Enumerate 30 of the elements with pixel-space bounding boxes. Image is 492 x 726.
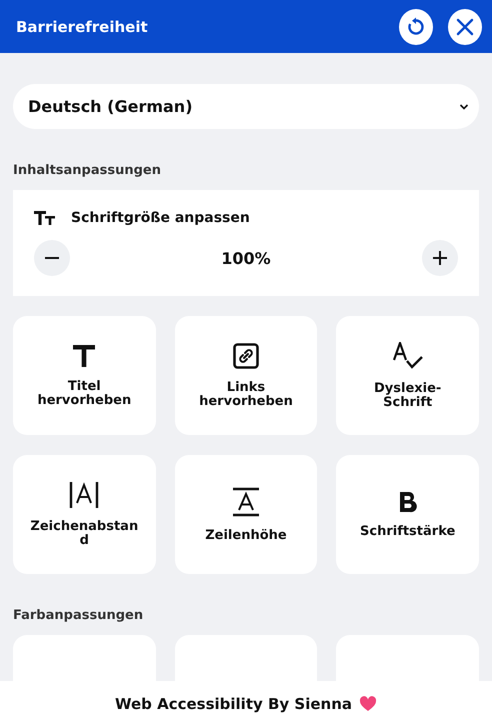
reset-button[interactable] (399, 8, 433, 44)
line-height-icon (232, 486, 259, 516)
option-tile[interactable]: Schriftstärke (336, 455, 479, 574)
minus-icon (44, 257, 60, 259)
footer-credit: Web Accessibility By Sienna (114, 694, 352, 712)
option-tile[interactable]: Zeilenhöhe (174, 455, 318, 574)
chevron-down-icon (459, 102, 469, 110)
close-button[interactable] (448, 8, 482, 44)
section-heading: Inhaltsanpassungen (13, 163, 162, 178)
reset-icon (406, 16, 426, 36)
letter-spacing-icon (69, 482, 100, 508)
letter-t-icon (73, 344, 96, 368)
option-tile[interactable]: Zeichenabstand (13, 455, 156, 574)
panel-title: Barrierefreiheit (16, 18, 148, 36)
text-size-icon (34, 210, 56, 226)
section-heading: Farbanpassungen (13, 608, 144, 623)
font-size-value: 100% (221, 248, 271, 268)
plus-icon (432, 250, 448, 266)
link-icon (232, 342, 259, 368)
font-size-label: Schriftgröße anpassen (71, 210, 250, 226)
option-tile[interactable]: Links hervorheben (174, 316, 318, 435)
language-select[interactable]: Deutsch (German) (13, 84, 479, 129)
increase-button[interactable] (422, 240, 458, 276)
option-tile[interactable]: Dyslexie-Schrift (336, 316, 479, 435)
bold-icon (398, 490, 417, 512)
heart-icon (359, 696, 378, 712)
spell-check-icon (392, 342, 423, 370)
option-tile[interactable]: Titel hervorheben (13, 316, 156, 435)
close-icon (456, 18, 474, 36)
decrease-button[interactable] (34, 240, 70, 276)
